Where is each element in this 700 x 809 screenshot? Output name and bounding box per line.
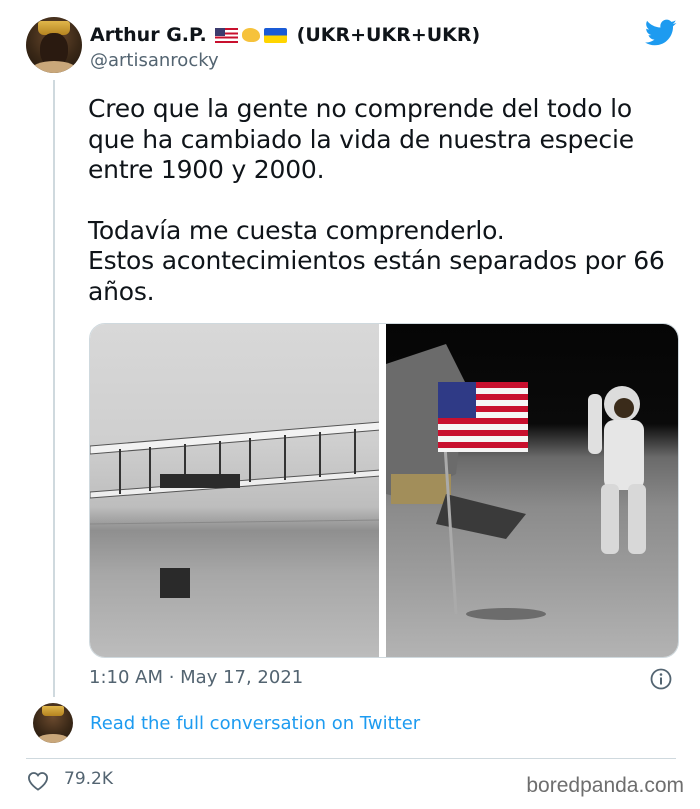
wright-flyer-photo[interactable] [90, 324, 379, 657]
ukraine-flag-icon [263, 27, 287, 43]
heart-icon[interactable] [27, 771, 49, 791]
reply-avatar[interactable] [33, 703, 73, 743]
watermark: boredpanda.com [526, 774, 684, 797]
author-name[interactable]: Arthur G.P. (UKR+UKR+UKR) [90, 24, 480, 46]
fist-bump-icon [241, 28, 260, 42]
tweet-timestamp[interactable]: 1:10 AM · May 17, 2021 [89, 667, 303, 688]
read-conversation-link[interactable]: Read the full conversation on Twitter [90, 713, 420, 734]
tweet-paragraph-2-line-2: Estos acontecimientos están separados po… [88, 246, 665, 306]
tweet-paragraph-1: Creo que la gente no comprende del todo … [88, 94, 634, 184]
author-avatar[interactable] [26, 17, 82, 73]
us-flag-icon [214, 27, 238, 43]
thread-line [53, 80, 55, 697]
info-icon[interactable] [650, 668, 672, 690]
moon-landing-photo[interactable] [386, 324, 678, 657]
twitter-bird-icon[interactable] [645, 19, 677, 47]
tweet-media[interactable] [89, 323, 679, 658]
divider [26, 758, 676, 759]
author-handle[interactable]: @artisanrocky [90, 50, 219, 71]
like-count: 79.2K [64, 769, 113, 789]
tweet-text: Creo que la gente no comprende del todo … [88, 94, 678, 307]
author-name-text: Arthur G.P. [90, 24, 207, 46]
author-name-suffix: (UKR+UKR+UKR) [296, 24, 481, 46]
tweet-paragraph-2-line-1: Todavía me cuesta comprenderlo. [88, 215, 505, 245]
